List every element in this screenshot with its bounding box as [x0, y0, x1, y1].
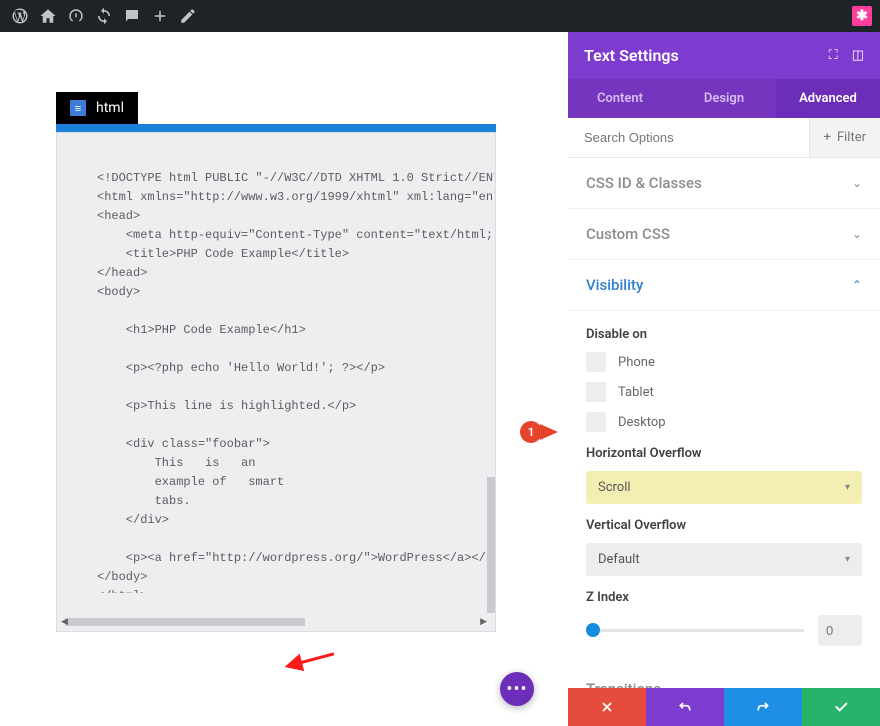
h-overflow-value: Scroll — [598, 480, 631, 495]
tab-advanced[interactable]: Advanced — [776, 79, 880, 118]
disable-on-label: Disable on — [586, 327, 862, 342]
caret-icon: ▾ — [845, 554, 850, 565]
zindex-input[interactable] — [818, 615, 862, 646]
search-input[interactable] — [568, 118, 809, 157]
undo-button[interactable] — [646, 688, 724, 726]
home-icon[interactable] — [34, 0, 62, 32]
section-title: CSS ID & Classes — [586, 174, 702, 192]
code-box: <!DOCTYPE html PUBLIC "-//W3C//DTD XHTML… — [56, 132, 496, 632]
h-overflow-select[interactable]: Scroll ▾ — [586, 471, 862, 504]
pencil-icon[interactable] — [174, 0, 202, 32]
builder-fab[interactable]: ••• — [500, 672, 534, 706]
section-custom-css[interactable]: Custom CSS ⌄ — [568, 209, 880, 260]
zindex-row — [586, 615, 862, 646]
expand-icon[interactable]: ⛶ — [829, 48, 838, 63]
tab-content[interactable]: Content — [568, 79, 672, 118]
code-icon: ≡ — [70, 100, 86, 116]
sidebar-tabs: Content Design Advanced — [568, 79, 880, 118]
plus-small-icon: + — [824, 130, 831, 145]
search-row: + Filter — [568, 118, 880, 158]
desktop-checkbox[interactable] — [586, 412, 606, 432]
desktop-label: Desktop — [618, 415, 666, 430]
redo-button[interactable] — [724, 688, 802, 726]
chevron-up-icon: ⌃ — [852, 278, 862, 292]
dashboard-icon[interactable] — [62, 0, 90, 32]
comment-icon[interactable] — [118, 0, 146, 32]
section-title: Custom CSS — [586, 225, 670, 243]
section-title: Visibility — [586, 276, 643, 294]
section-css-id-classes[interactable]: CSS ID & Classes ⌄ — [568, 158, 880, 209]
wp-admin-bar: ✱ — [0, 0, 880, 32]
section-transitions[interactable]: Transitions ⌄ — [568, 664, 880, 688]
star-badge[interactable]: ✱ — [852, 6, 872, 26]
annotation-arrow — [274, 623, 344, 695]
caret-icon: ▾ — [845, 482, 850, 493]
callout-number: 1 — [520, 421, 542, 443]
builder-canvas: ≡ html <!DOCTYPE html PUBLIC "-//W3C//DT… — [0, 32, 568, 726]
tablet-row: Tablet — [586, 382, 862, 402]
scrollbar-thumb[interactable] — [65, 618, 305, 626]
snap-icon[interactable]: ◫ — [852, 48, 864, 63]
filter-label: Filter — [837, 130, 866, 145]
h-overflow-label: Horizontal Overflow — [586, 446, 862, 461]
plus-icon[interactable] — [146, 0, 174, 32]
sidebar-title: Text Settings — [584, 46, 679, 65]
section-title: Transitions — [586, 680, 661, 688]
sidebar-footer — [568, 688, 880, 726]
zindex-label: Z Index — [586, 590, 862, 605]
tab-design[interactable]: Design — [672, 79, 776, 118]
sidebar-header: Text Settings ⛶ ◫ — [568, 32, 880, 79]
horizontal-scrollbar[interactable]: ◀ ▶ — [61, 615, 491, 629]
chevron-down-icon: ⌄ — [852, 227, 862, 241]
code-module[interactable]: ≡ html <!DOCTYPE html PUBLIC "-//W3C//DT… — [56, 92, 496, 632]
zindex-slider[interactable] — [586, 629, 804, 632]
v-overflow-label: Vertical Overflow — [586, 518, 862, 533]
settings-sidebar: Text Settings ⛶ ◫ Content Design Advance… — [568, 32, 880, 726]
v-overflow-value: Default — [598, 552, 640, 567]
desktop-row: Desktop — [586, 412, 862, 432]
filter-button[interactable]: + Filter — [809, 118, 880, 157]
save-button[interactable] — [802, 688, 880, 726]
discard-button[interactable] — [568, 688, 646, 726]
vertical-scrollbar[interactable] — [487, 137, 495, 613]
module-accent-bar — [56, 124, 496, 132]
slider-thumb[interactable] — [586, 623, 600, 637]
tablet-label: Tablet — [618, 385, 654, 400]
wordpress-icon[interactable] — [6, 0, 34, 32]
section-visibility[interactable]: Visibility ⌃ — [568, 260, 880, 311]
module-tab-label: html — [96, 100, 124, 116]
v-overflow-select[interactable]: Default ▾ — [586, 543, 862, 576]
phone-checkbox[interactable] — [586, 352, 606, 372]
phone-row: Phone — [586, 352, 862, 372]
module-tab[interactable]: ≡ html — [56, 92, 138, 124]
visibility-body: Disable on Phone Tablet Desktop Horizont… — [568, 311, 880, 664]
phone-label: Phone — [618, 355, 655, 370]
annotation-callout-1: 1 — [520, 421, 542, 443]
tablet-checkbox[interactable] — [586, 382, 606, 402]
chevron-down-icon: ⌄ — [852, 176, 862, 190]
code-content: <!DOCTYPE html PUBLIC "-//W3C//DTD XHTML… — [97, 169, 455, 593]
sync-icon[interactable] — [90, 0, 118, 32]
